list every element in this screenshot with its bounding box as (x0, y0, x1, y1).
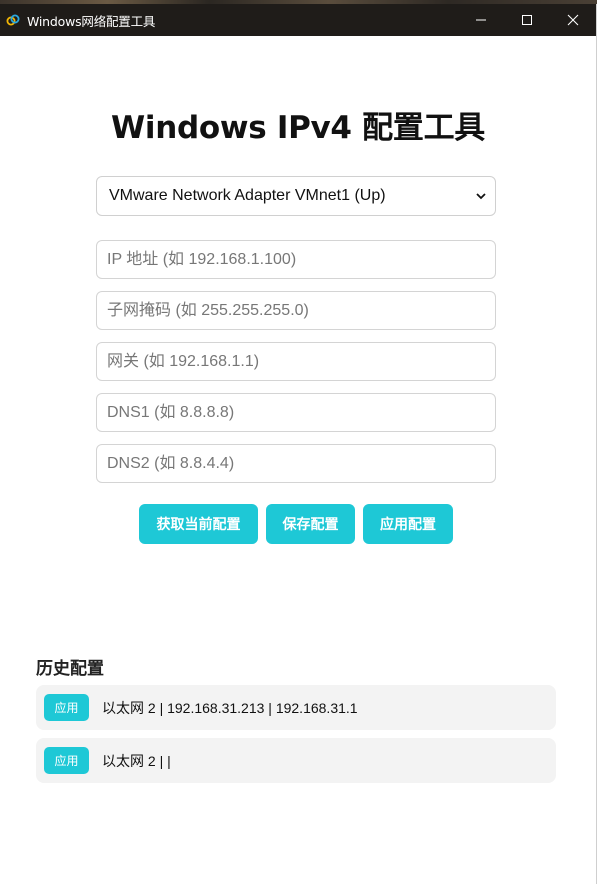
history-section-title: 历史配置 (36, 659, 104, 679)
minimize-icon (476, 19, 486, 21)
close-button[interactable] (550, 4, 596, 36)
adapter-selected-value: VMware Network Adapter VMnet1 (Up) (109, 187, 386, 204)
page-title: Windows IPv4 配置工具 (111, 110, 485, 146)
maximize-icon (522, 15, 532, 25)
gateway-input[interactable] (96, 342, 496, 381)
close-icon (567, 14, 579, 26)
minimize-button[interactable] (458, 4, 504, 36)
get-current-config-button[interactable]: 获取当前配置 (139, 504, 258, 544)
save-config-button[interactable]: 保存配置 (266, 504, 355, 544)
app-window: Windows网络配置工具 Windows IPv4 配置工具 VMware N… (0, 4, 597, 884)
history-item: 应用 以太网 2 | 192.168.31.213 | 192.168.31.1 (36, 685, 556, 730)
window-title: Windows网络配置工具 (27, 13, 156, 29)
history-item-text: 以太网 2 | | (102, 752, 171, 769)
app-link-icon (6, 13, 20, 27)
history-apply-button[interactable]: 应用 (44, 694, 89, 721)
title-bar[interactable]: Windows网络配置工具 (0, 4, 596, 36)
main-content: Windows IPv4 配置工具 VMware Network Adapter… (0, 36, 596, 884)
maximize-button[interactable] (504, 4, 550, 36)
adapter-select[interactable]: VMware Network Adapter VMnet1 (Up) (96, 176, 496, 216)
history-apply-button[interactable]: 应用 (44, 747, 89, 774)
window-controls (458, 4, 596, 36)
apply-config-button[interactable]: 应用配置 (363, 504, 453, 544)
ip-address-input[interactable] (96, 240, 496, 279)
history-item-text: 以太网 2 | 192.168.31.213 | 192.168.31.1 (102, 699, 358, 716)
dns1-input[interactable] (96, 393, 496, 432)
dns2-input[interactable] (96, 444, 496, 483)
chevron-down-icon (476, 193, 486, 200)
subnet-mask-input[interactable] (96, 291, 496, 330)
history-item: 应用 以太网 2 | | (36, 738, 556, 783)
